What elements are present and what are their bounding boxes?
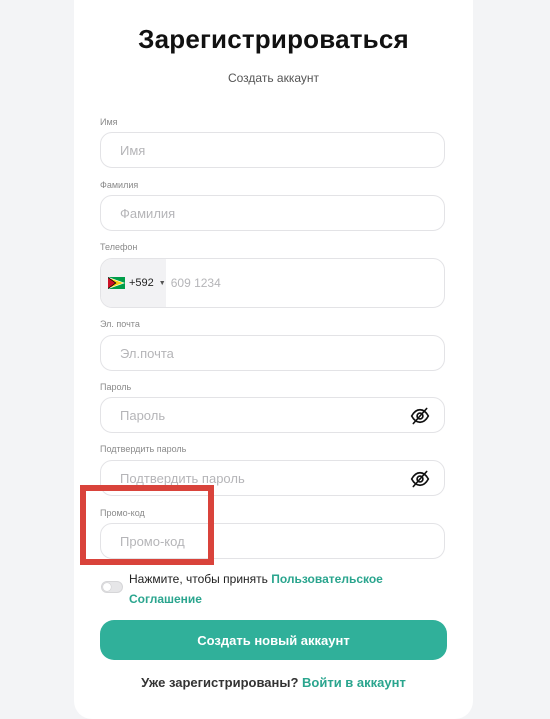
create-account-button[interactable]: Создать новый аккаунт	[100, 620, 447, 660]
confirm-password-input[interactable]	[101, 461, 444, 495]
last-name-input[interactable]	[101, 196, 444, 230]
eye-off-icon[interactable]	[410, 406, 430, 426]
first-name-input[interactable]	[101, 133, 444, 167]
login-prompt-text: Уже зарегистрированы?	[141, 675, 303, 690]
promo-code-input[interactable]	[101, 524, 444, 558]
eye-off-icon[interactable]	[410, 469, 430, 489]
login-prompt: Уже зарегистрированы? Войти в аккаунт	[74, 675, 473, 690]
password-label: Пароль	[100, 382, 132, 392]
confirm-password-field-wrapper	[100, 460, 445, 496]
terms-toggle[interactable]	[101, 581, 123, 593]
promo-code-field-wrapper	[100, 523, 445, 559]
first-name-label: Имя	[100, 117, 118, 127]
email-label: Эл. почта	[100, 319, 140, 329]
registration-card: Зарегистрироваться Создать аккаунт Имя Ф…	[74, 0, 473, 719]
login-link[interactable]: Войти в аккаунт	[302, 675, 406, 690]
password-field-wrapper	[100, 397, 445, 433]
promo-code-label: Промо-код	[100, 508, 145, 518]
first-name-field-wrapper	[100, 132, 445, 168]
phone-label: Телефон	[100, 242, 138, 252]
last-name-label: Фамилия	[100, 180, 139, 190]
country-code: +592	[129, 277, 154, 289]
terms-text: Нажмите, чтобы принять Пользовательское …	[129, 569, 429, 609]
caret-down-icon: ▼	[158, 279, 166, 287]
last-name-field-wrapper	[100, 195, 445, 231]
guyana-flag-icon	[108, 277, 125, 289]
password-input[interactable]	[101, 398, 444, 432]
terms-prefix: Нажмите, чтобы принять	[129, 572, 272, 586]
email-field-wrapper	[100, 335, 445, 371]
email-input[interactable]	[101, 336, 444, 370]
page-subtitle: Создать аккаунт	[227, 71, 320, 85]
page-title: Зарегистрироваться	[138, 24, 409, 54]
phone-field-wrapper: +592 ▼	[100, 258, 445, 308]
confirm-password-label: Подтвердить пароль	[100, 444, 187, 454]
toggle-knob	[103, 583, 111, 591]
country-code-selector[interactable]: +592 ▼	[101, 259, 166, 307]
phone-input[interactable]	[165, 259, 444, 307]
